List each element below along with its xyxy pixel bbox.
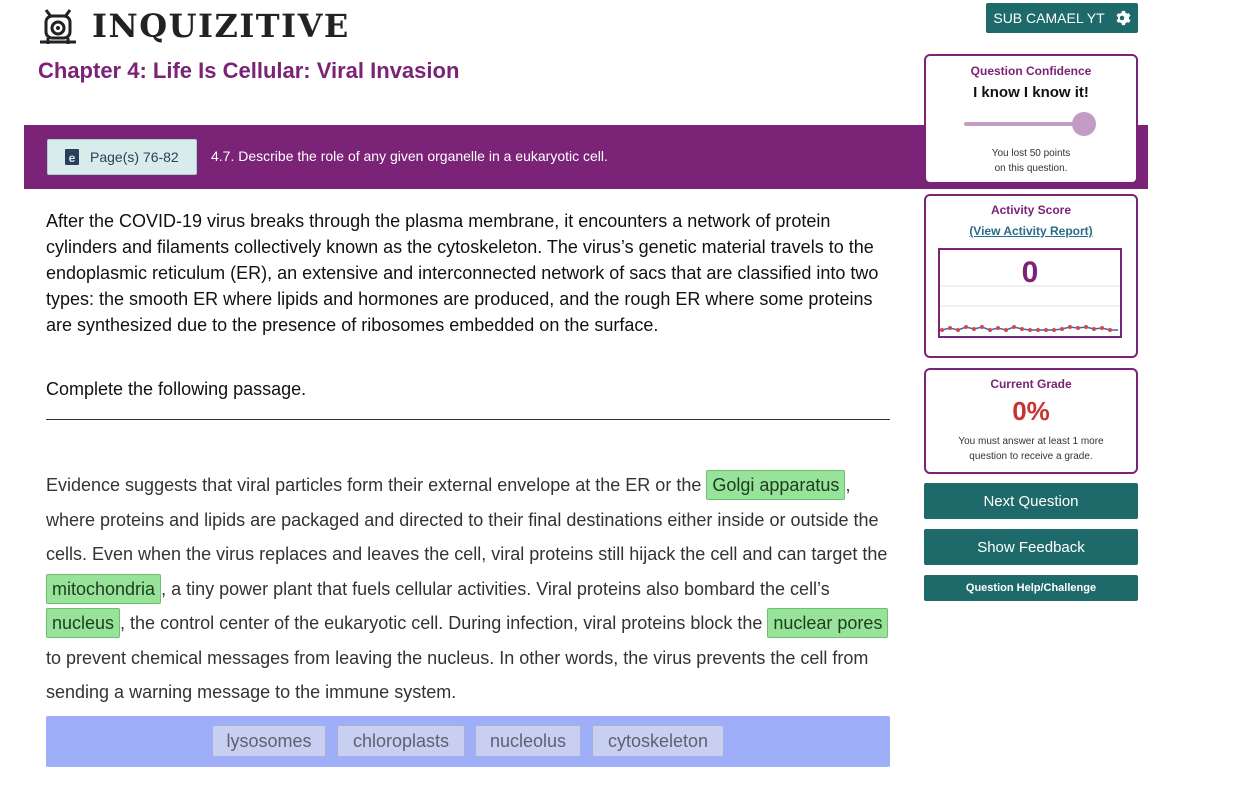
grade-value: 0% — [1012, 396, 1050, 426]
owl-logo-icon — [40, 9, 76, 44]
svg-text:e: e — [69, 151, 76, 165]
confidence-note-line: on this question. — [994, 163, 1068, 174]
passage-text: to prevent chemical messages from leavin… — [46, 647, 869, 703]
blank-mitochondria[interactable]: mitochondria — [46, 573, 162, 604]
grade-note: You must answer at least 1 more question… — [926, 434, 1136, 464]
show-feedback-button[interactable]: Show Feedback — [924, 529, 1138, 565]
confidence-note-line: You lost 50 points — [991, 148, 1071, 159]
ebook-pages-button[interactable]: e Page(s) 76-82 — [47, 139, 197, 175]
chapter-title: Chapter 4: Life Is Cellular: Viral Invas… — [38, 58, 460, 83]
question-instruction: Complete the following passage. — [46, 379, 307, 399]
brand: InQuizitive — [36, 6, 350, 46]
confidence-slider-track[interactable] — [964, 122, 1074, 126]
brand-name: InQuizitive — [92, 7, 350, 45]
divider — [46, 419, 890, 420]
confidence-note: You lost 50 points on this question. — [926, 146, 1136, 176]
user-menu-button[interactable]: SUB CAMAEL YT — [986, 3, 1138, 33]
current-grade-card: Current Grade 0% You must answer at leas… — [924, 368, 1138, 474]
word-chip-nucleolus[interactable]: nucleolus — [475, 725, 581, 757]
blank-nuclear-pores[interactable]: nuclear pores — [767, 608, 889, 638]
view-activity-report-link[interactable]: (View Activity Report) — [926, 224, 1136, 238]
blank-nucleus[interactable]: nucleus — [46, 608, 121, 638]
grade-note-line: question to receive a grade. — [969, 451, 1093, 462]
gear-icon — [1116, 10, 1131, 26]
word-chip-lysosomes[interactable]: lysosomes — [212, 725, 326, 757]
passage-text: , a tiny power plant that fuels cellular… — [161, 578, 830, 599]
ebook-icon: e — [65, 149, 79, 165]
fill-in-passage: Evidence suggests that viral particles f… — [46, 468, 896, 710]
activity-chart: 0 — [938, 248, 1122, 338]
activity-title: Activity Score — [990, 203, 1072, 217]
word-chip-chloroplasts[interactable]: chloroplasts — [337, 725, 465, 757]
learning-objective: 4.7. Describe the role of any given orga… — [211, 148, 608, 164]
passage-text: Evidence suggests that viral particles f… — [46, 475, 707, 495]
word-bank: lysosomes chloroplasts nucleolus cytoske… — [46, 716, 890, 767]
pages-label: Page(s) 76-82 — [90, 149, 179, 165]
confidence-title: Question Confidence — [970, 64, 1092, 78]
grade-title: Current Grade — [990, 377, 1072, 391]
activity-sparkline — [940, 285, 1120, 332]
blank-golgi-apparatus[interactable]: Golgi apparatus — [706, 470, 846, 500]
confidence-value: I know I know it! — [973, 84, 1089, 101]
activity-score-card: Activity Score (View Activity Report) 0 — [924, 194, 1138, 358]
grade-note-line: You must answer at least 1 more — [958, 436, 1104, 447]
word-chip-cytoskeleton[interactable]: cytoskeleton — [592, 725, 724, 757]
confidence-slider-handle[interactable] — [1072, 112, 1096, 136]
question-help-button[interactable]: Question Help/Challenge — [924, 575, 1138, 601]
question-intro: After the COVID-19 virus breaks through … — [46, 211, 879, 335]
user-name: SUB CAMAEL YT — [993, 10, 1105, 26]
passage-text: , the control center of the eukaryotic c… — [120, 613, 768, 633]
next-question-button[interactable]: Next Question — [924, 483, 1138, 519]
confidence-card: Question Confidence I know I know it! Yo… — [924, 54, 1138, 184]
